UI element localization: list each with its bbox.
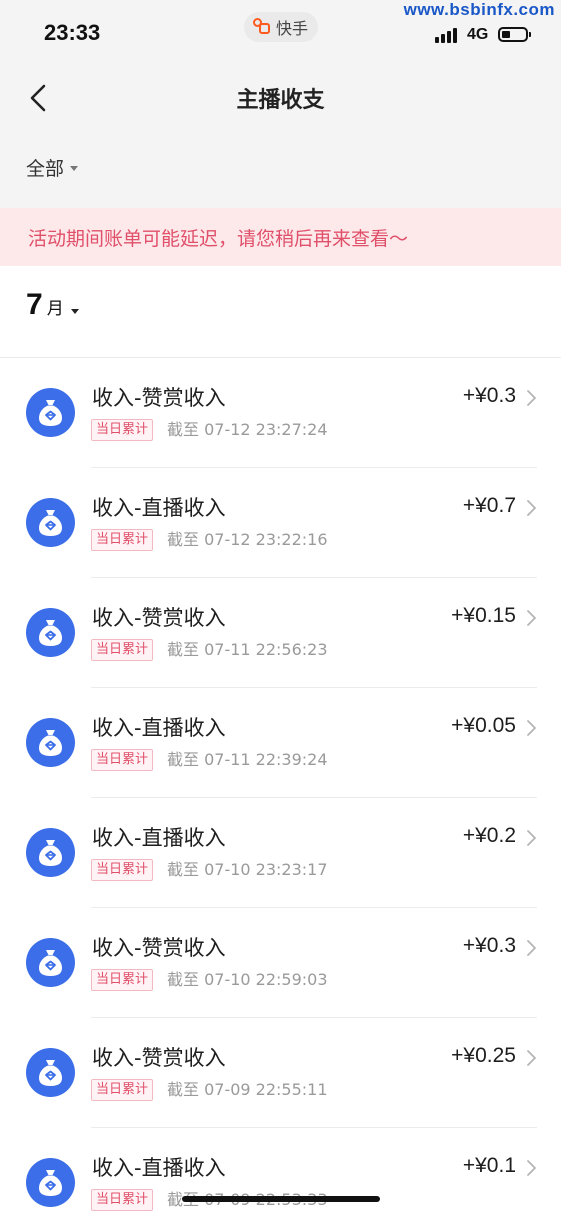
daily-total-badge: 当日累计 [91, 969, 154, 991]
money-bag-icon [26, 938, 75, 987]
chevron-right-icon [527, 500, 536, 516]
chevron-right-icon [527, 1160, 536, 1176]
month-number: 7 [26, 288, 43, 321]
caret-down-icon [70, 166, 79, 171]
page-title: 主播收支 [236, 88, 325, 113]
money-bag-icon [26, 608, 75, 657]
chevron-right-icon [527, 390, 536, 406]
record-row[interactable]: 收入-直播收入 当日累计 截至 07-11 22:39:24 +¥0.05 [0, 688, 561, 798]
record-time: 截至 07-12 23:22:16 [167, 530, 328, 549]
filter-dropdown[interactable]: 全部 [26, 154, 79, 181]
record-row[interactable]: 收入-直播收入 当日累计 截至 07-10 23:23:17 +¥0.2 [0, 798, 561, 908]
daily-total-badge: 当日累计 [91, 1079, 154, 1101]
month-unit: 月 [46, 299, 64, 319]
battery-icon [498, 27, 531, 42]
record-time: 截至 07-11 22:56:23 [167, 640, 328, 659]
signal-icon [435, 28, 457, 43]
chevron-right-icon [527, 830, 536, 846]
daily-total-badge: 当日累计 [91, 859, 154, 881]
status-time: 23:33 [44, 20, 101, 45]
chevron-right-icon [527, 940, 536, 956]
app-badge[interactable]: 快手 [244, 12, 319, 42]
daily-total-badge: 当日累计 [91, 419, 154, 441]
money-bag-icon [26, 388, 75, 437]
money-bag-icon [26, 1158, 75, 1207]
filter-label: 全部 [26, 158, 65, 180]
record-title: 收入-直播收入 [92, 716, 226, 740]
record-amount: +¥0.2 [462, 824, 516, 847]
kuaishou-logo-icon [252, 17, 272, 37]
caret-down-icon [70, 309, 79, 314]
daily-total-badge: 当日累计 [91, 639, 154, 661]
record-title: 收入-直播收入 [92, 1156, 226, 1180]
record-amount: +¥0.3 [462, 934, 516, 957]
record-time: 截至 07-10 23:23:17 [167, 860, 328, 879]
record-row[interactable]: 收入-赞赏收入 当日累计 截至 07-12 23:27:24 +¥0.3 [0, 358, 561, 468]
record-amount: +¥0.1 [462, 1154, 516, 1177]
records-list: 收入-赞赏收入 当日累计 截至 07-12 23:27:24 +¥0.3 收入-… [0, 358, 561, 1215]
record-title: 收入-赞赏收入 [92, 936, 226, 960]
record-title: 收入-赞赏收入 [92, 1046, 226, 1070]
app-name: 快手 [276, 19, 309, 38]
chevron-right-icon [527, 720, 536, 736]
month-selector[interactable]: 7 月 [26, 288, 79, 322]
daily-total-badge: 当日累计 [91, 529, 154, 551]
record-amount: +¥0.25 [451, 1044, 516, 1067]
record-row[interactable]: 收入-赞赏收入 当日累计 截至 07-09 22:55:11 +¥0.25 [0, 1018, 561, 1128]
record-amount: +¥0.7 [462, 494, 516, 517]
record-title: 收入-直播收入 [92, 826, 226, 850]
record-time: 截至 07-09 22:55:11 [167, 1080, 328, 1099]
record-row[interactable]: 收入-赞赏收入 当日累计 截至 07-10 22:59:03 +¥0.3 [0, 908, 561, 1018]
money-bag-icon [26, 828, 75, 877]
record-amount: +¥0.3 [462, 384, 516, 407]
record-title: 收入-赞赏收入 [92, 606, 226, 630]
record-amount: +¥0.05 [451, 714, 516, 737]
money-bag-icon [26, 1048, 75, 1097]
daily-total-badge: 当日累计 [91, 1189, 154, 1211]
chevron-right-icon [527, 610, 536, 626]
network-type: 4G [467, 26, 489, 43]
daily-total-badge: 当日累计 [91, 749, 154, 771]
record-row[interactable]: 收入-直播收入 当日累计 截至 07-12 23:22:16 +¥0.7 [0, 468, 561, 578]
notice-text: 活动期间账单可能延迟，请您稍后再来查看～ [28, 228, 409, 250]
income-expense-page: 23:33 快手 www.bsbinfx.com 4G 主播收支 全部 活动期间… [0, 0, 561, 1215]
chevron-right-icon [527, 1050, 536, 1066]
record-time: 截至 07-12 23:27:24 [167, 420, 328, 439]
watermark: www.bsbinfx.com [403, 0, 555, 19]
record-title: 收入-赞赏收入 [92, 386, 226, 410]
record-time: 截至 07-11 22:39:24 [167, 750, 328, 769]
record-row[interactable]: 收入-赞赏收入 当日累计 截至 07-11 22:56:23 +¥0.15 [0, 578, 561, 688]
record-amount: +¥0.15 [451, 604, 516, 627]
record-title: 收入-直播收入 [92, 496, 226, 520]
money-bag-icon [26, 718, 75, 767]
notice-banner: 活动期间账单可能延迟，请您稍后再来查看～ [0, 208, 561, 266]
home-indicator[interactable] [182, 1196, 380, 1202]
money-bag-icon [26, 498, 75, 547]
record-time: 截至 07-10 22:59:03 [167, 970, 328, 989]
